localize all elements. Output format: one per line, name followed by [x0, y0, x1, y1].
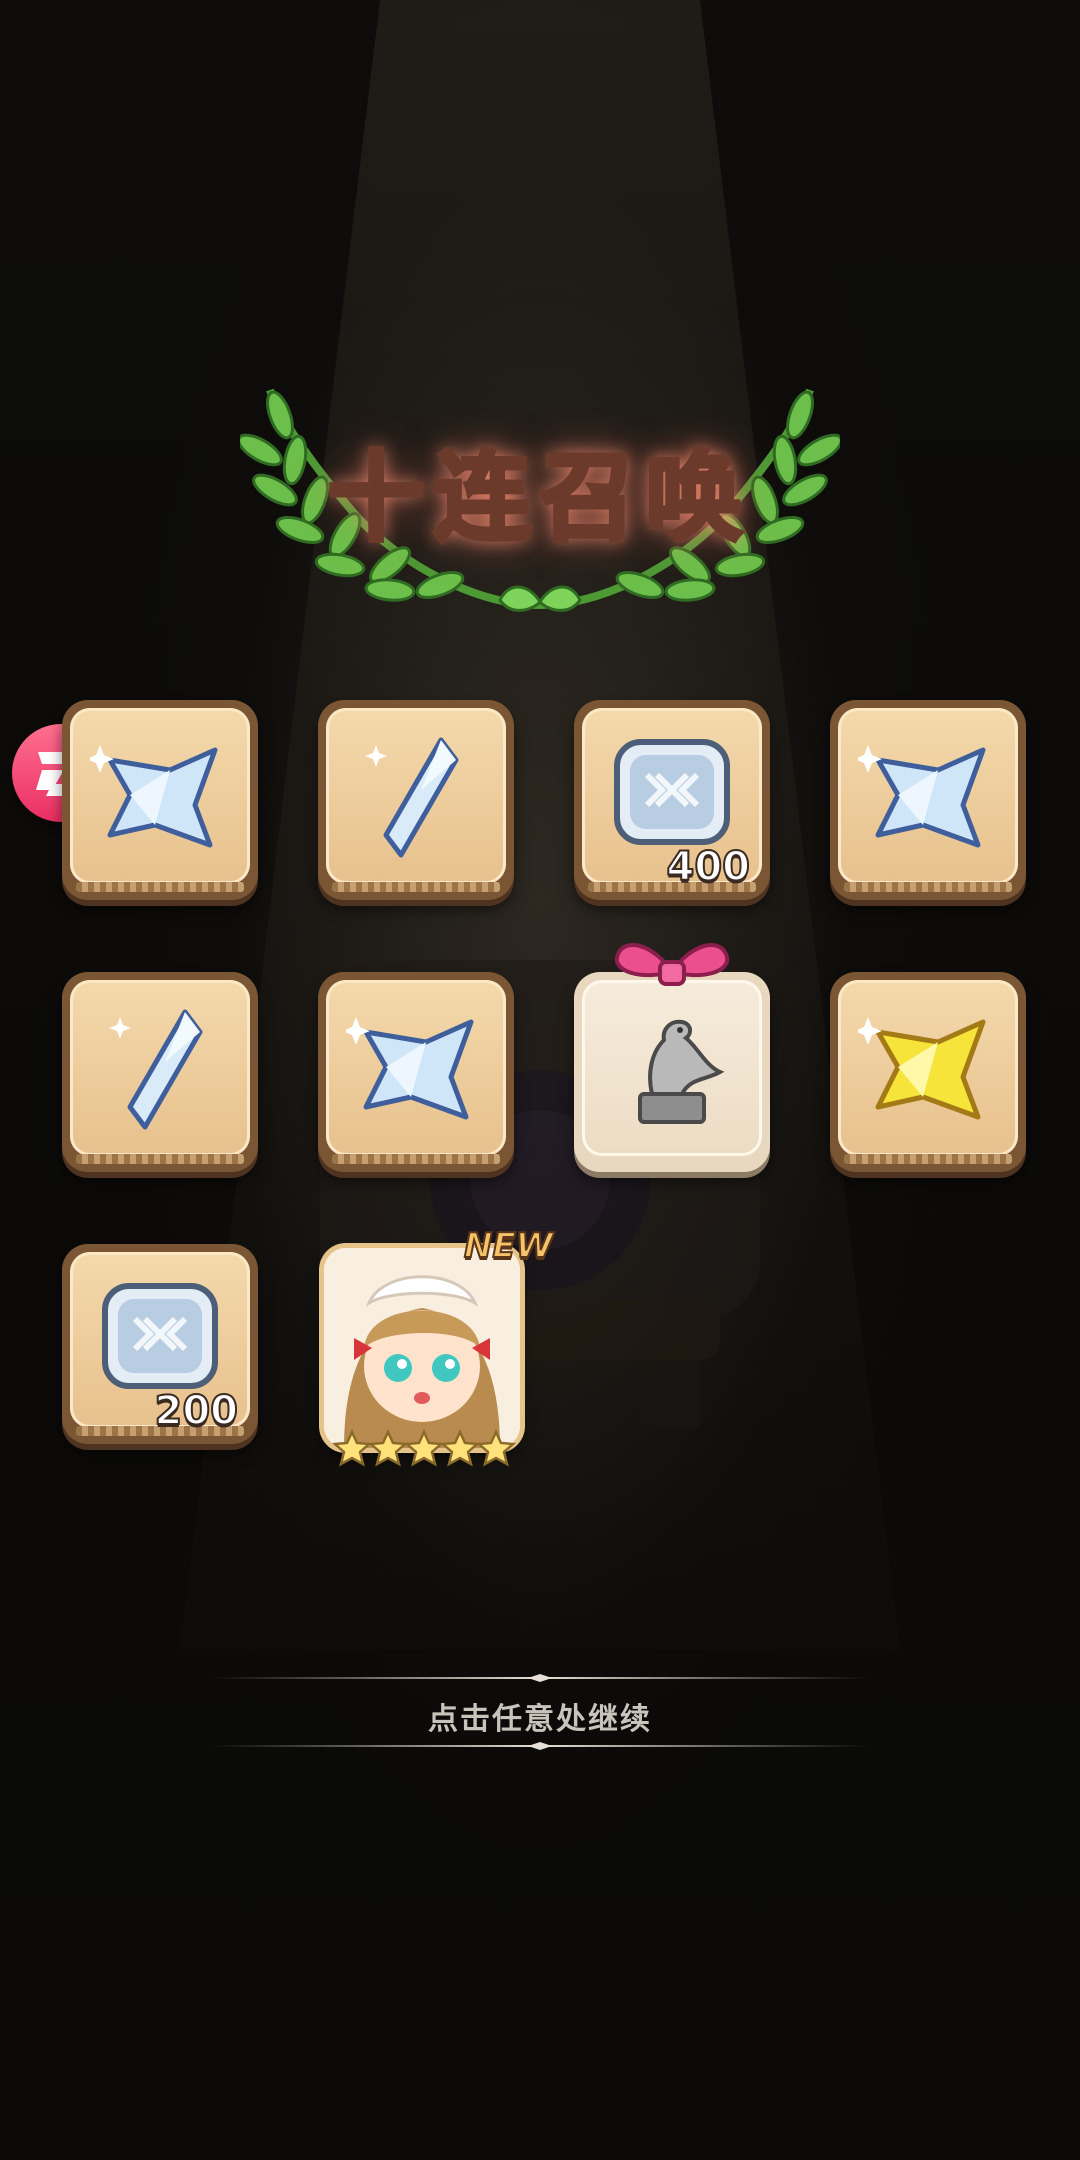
reward-card[interactable]: 400 — [574, 700, 770, 910]
new-badge: NEW — [463, 1225, 554, 1267]
summon-result-screen[interactable]: 十连召唤 400 200 NEW 点击任意处继续 — [0, 0, 1080, 2160]
five-star-rating-icon — [332, 1428, 516, 1467]
silver-plate-icon — [614, 739, 730, 845]
title-banner: 十连召唤 — [240, 380, 840, 620]
reward-card[interactable] — [574, 943, 770, 1182]
gift-bow-icon — [614, 943, 730, 986]
maid-hero-portrait — [324, 1248, 520, 1448]
hero-reward-card[interactable]: NEW — [324, 1225, 554, 1488]
bird-statue-icon — [638, 1019, 725, 1124]
reward-card[interactable] — [62, 700, 258, 910]
reward-card[interactable] — [318, 700, 514, 910]
silver-rhombus-crystal-icon — [109, 1009, 203, 1130]
reward-count: 200 — [154, 1387, 239, 1435]
silver-star-gem-icon — [90, 745, 218, 848]
reward-card[interactable] — [830, 972, 1026, 1182]
reward-count: 400 — [666, 843, 751, 891]
silver-plate-icon — [102, 1283, 218, 1389]
reward-card[interactable]: 200 — [62, 1244, 258, 1454]
silver-star-gem-icon — [858, 745, 986, 848]
reward-card[interactable] — [830, 700, 1026, 910]
title-text: 十连召唤 — [326, 440, 752, 557]
reward-card[interactable] — [62, 972, 258, 1182]
continue-hint-text: 点击任意处继续 — [428, 1702, 652, 1737]
continue-hint-bar[interactable]: 点击任意处继续 — [210, 1672, 870, 1752]
silver-star-gem-icon — [346, 1017, 474, 1120]
silver-rhombus-crystal-icon — [365, 737, 459, 858]
gold-star-gem-icon — [858, 1017, 986, 1120]
reward-card[interactable] — [318, 972, 514, 1182]
